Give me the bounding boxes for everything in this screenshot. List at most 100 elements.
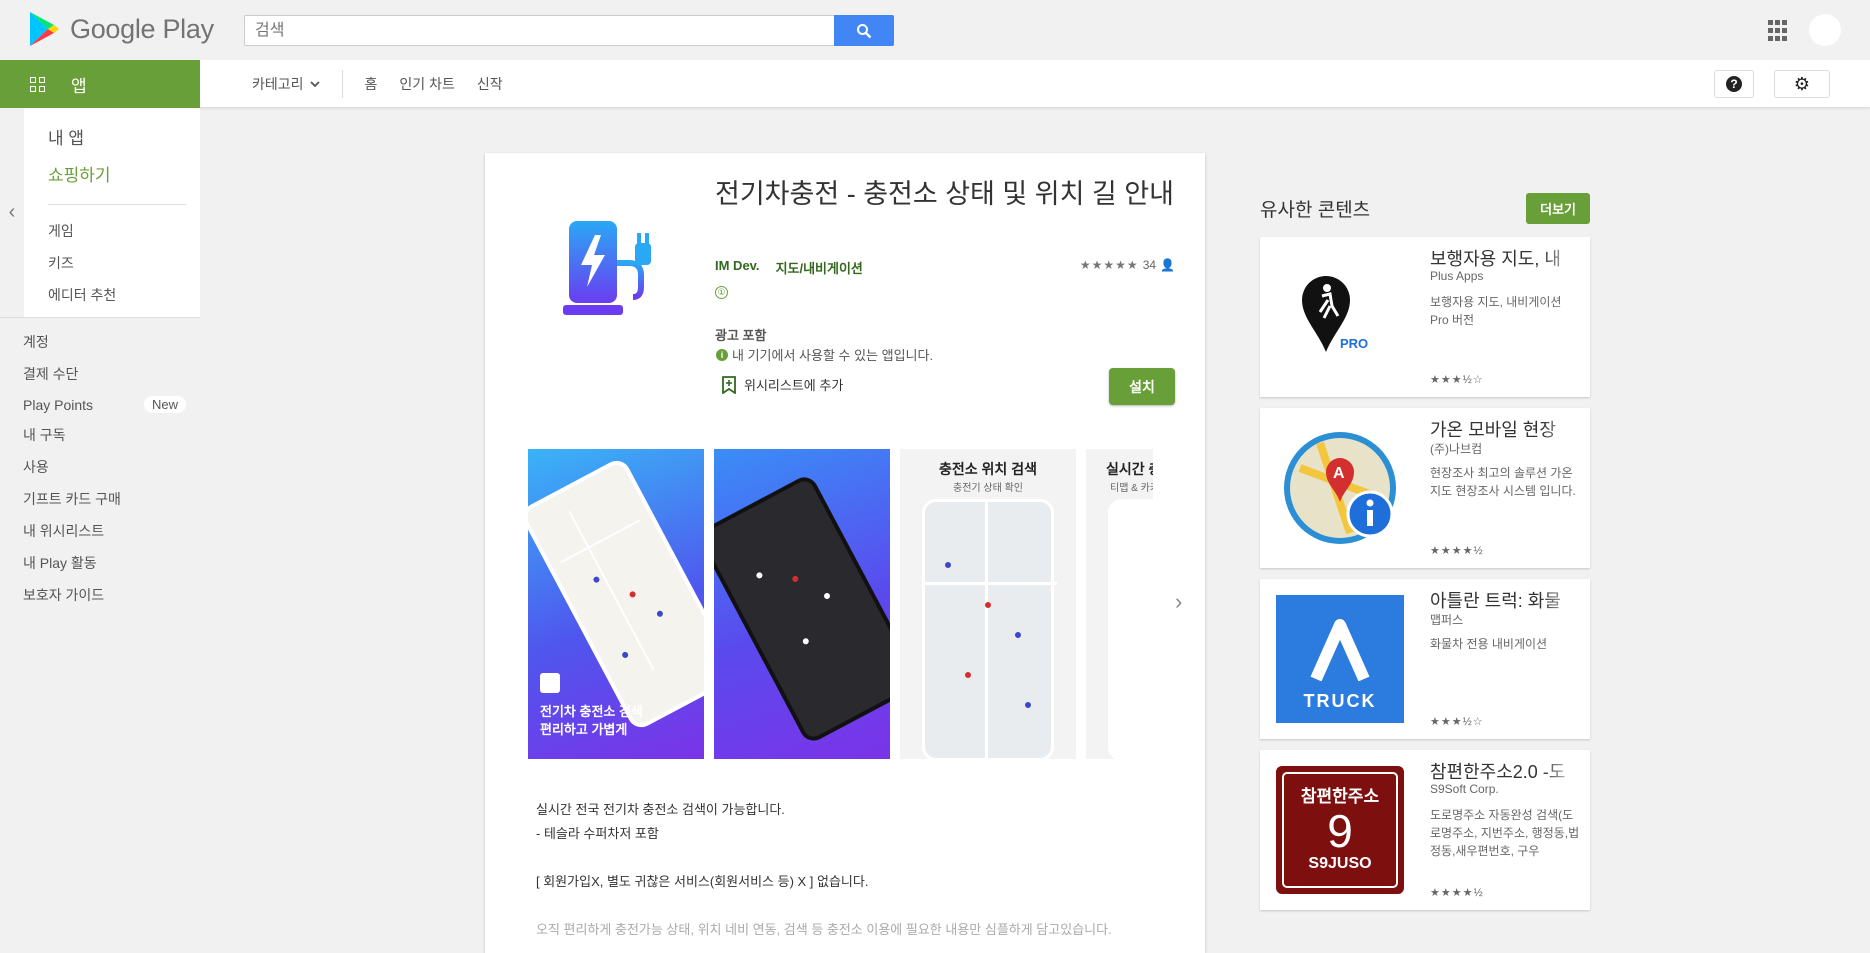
app-title: 전기차충전 - 충전소 상태 및 위치 길 안내 <box>715 179 1174 209</box>
sidebar-item-subscriptions[interactable]: 내 구독 <box>0 419 200 451</box>
bookmark-add-icon <box>722 375 736 394</box>
screenshot-1[interactable]: 전기차 충전소 검색 편리하고 가볍게 <box>528 449 704 759</box>
pro-label: PRO <box>1340 336 1368 351</box>
sidebar-item-label: 계정 <box>23 334 49 350</box>
nav-link-new[interactable]: 신작 <box>477 74 503 94</box>
sidebar-item-redeem[interactable]: 사용 <box>0 451 200 483</box>
sidebar: ‹ 내 앱 쇼핑하기 게임 키즈 에디터 추천 계정 결제 수단 Play Po… <box>0 108 200 617</box>
similar-app-developer: Plus Apps <box>1430 269 1484 283</box>
person-icon: 👤 <box>1160 258 1175 272</box>
sidebar-item-payment[interactable]: 결제 수단 <box>0 358 200 390</box>
screenshot-carousel: 전기차 충전소 검색 편리하고 가볍게 충전소 위치 검색 충전기 상태 확인 <box>528 449 1153 759</box>
sidebar-item-play-points[interactable]: Play Points New <box>0 390 200 419</box>
screenshot-3[interactable]: 충전소 위치 검색 충전기 상태 확인 <box>900 449 1076 759</box>
see-more-button[interactable]: 더보기 <box>1526 192 1590 224</box>
divider <box>48 204 186 205</box>
category-link[interactable]: 지도/내비게이션 <box>776 258 863 277</box>
similar-app-card[interactable]: A 가온 모바일 현장 (주)나브컴 현장조사 최고의 솔루션 가온지도 현장조… <box>1260 408 1590 568</box>
screenshot-4[interactable]: 실시간 충전 티맵 & 카카오 <box>1086 449 1153 759</box>
sidebar-item-shop[interactable]: 쇼핑하기 <box>24 155 200 192</box>
search-input[interactable] <box>245 16 835 45</box>
sidebar-item-my-apps[interactable]: 내 앱 <box>24 118 200 155</box>
settings-button[interactable]: ⚙ <box>1774 70 1830 98</box>
map-info-icon: A <box>1276 424 1404 552</box>
google-play-logo[interactable]: Google Play <box>28 10 214 48</box>
top-bar: Google Play <box>0 0 1870 60</box>
google-apps-icon[interactable] <box>1768 20 1790 42</box>
truck-label: TRUCK <box>1304 691 1377 711</box>
phone-mockup <box>1108 499 1153 759</box>
similar-app-description: 도로명주소 자동완성 검색(도로명주소, 지번주소, 행정동,법정동,새우편번호… <box>1430 808 1580 858</box>
icon-number: 9 <box>1327 805 1353 857</box>
similar-app-name: 아틀란 트럭: 화물 <box>1430 591 1561 611</box>
apps-tab-label: 앱 <box>71 76 87 96</box>
sidebar-item-kids[interactable]: 키즈 <box>24 247 200 279</box>
sidebar-item-editors-choice[interactable]: 에디터 추천 <box>24 279 200 311</box>
description-line <box>536 894 1156 918</box>
similar-app-stars: ★★★½☆ <box>1430 374 1484 386</box>
nav-links: 카테고리 홈 인기 차트 신작 <box>252 60 503 108</box>
screenshot-heading: 실시간 충전 <box>1106 461 1153 477</box>
address-9-icon: 참편한주소 9 S9JUSO <box>1276 766 1404 894</box>
app-detail-card: 전기차충전 - 충전소 상태 및 위치 길 안내 IM Dev. 지도/내비게이… <box>485 153 1205 953</box>
pedestrian-pin-icon: PRO <box>1276 253 1404 381</box>
similar-app-card[interactable]: 참편한주소 9 S9JUSO 참편한주소2.0 -도 S9Soft Corp. … <box>1260 750 1590 910</box>
developer-link[interactable]: IM Dev. <box>715 258 760 277</box>
search-box <box>244 15 894 46</box>
wishlist-button[interactable]: 위시리스트에 추가 <box>722 375 843 394</box>
new-badge: New <box>143 396 186 413</box>
sidebar-item-label: 기프트 카드 구매 <box>23 491 121 507</box>
similar-app-developer: (주)나브컴 <box>1430 442 1483 456</box>
similar-app-stars: ★★★★½ <box>1430 887 1484 899</box>
apps-tab[interactable]: 앱 <box>0 60 200 108</box>
info-icon: i <box>716 348 728 361</box>
similar-header: 유사한 콘텐츠 더보기 <box>1260 190 1590 226</box>
description-line <box>536 846 1156 870</box>
sidebar-item-play-activity[interactable]: 내 Play 활동 <box>0 547 200 579</box>
nav-link-top-charts[interactable]: 인기 차트 <box>399 74 454 94</box>
similar-app-description: 화물차 전용 내비게이션 <box>1430 637 1548 651</box>
similar-app-stars: ★★★½☆ <box>1430 716 1484 728</box>
sidebar-item-account[interactable]: 계정 <box>0 326 200 358</box>
sidebar-item-parent-guide[interactable]: 보호자 가이드 <box>0 579 200 611</box>
similar-app-card[interactable]: PRO 보행자용 지도, 내 Plus Apps 보행자용 지도, 내비게이션 … <box>1260 237 1590 397</box>
icon-top-text: 참편한주소 <box>1300 787 1380 806</box>
screenshot-subheading: 충전기 상태 확인 <box>953 483 1023 494</box>
category-label: 카테고리 <box>252 76 304 92</box>
sidebar-collapse-button[interactable]: ‹ <box>0 108 24 317</box>
description-line: - 테슬라 수퍼차저 포함 <box>536 826 659 841</box>
phone-mockup <box>922 499 1057 759</box>
sidebar-item-wishlist[interactable]: 내 위시리스트 <box>0 515 200 547</box>
screenshot-2[interactable] <box>714 449 890 759</box>
app-description: 실시간 전국 전기차 충전소 검색이 가능합니다. - 테슬라 수퍼차저 포함 … <box>536 798 1156 942</box>
search-icon <box>857 23 872 38</box>
rating-count: 34 <box>1142 258 1157 272</box>
sidebar-item-label: 내 구독 <box>23 427 66 443</box>
account-avatar[interactable] <box>1809 14 1841 46</box>
gear-icon: ⚙ <box>1793 73 1811 94</box>
icon-bottom-text: S9JUSO <box>1308 855 1372 872</box>
contains-ads-label: 광고 포함 <box>715 328 767 343</box>
map-pin-letter: A <box>1333 465 1345 482</box>
apps-grid-icon <box>30 76 45 92</box>
caption-line-1: 전기차 충전소 검색 <box>540 704 643 719</box>
sidebar-item-gift-card[interactable]: 기프트 카드 구매 <box>0 483 200 515</box>
sidebar-item-games[interactable]: 게임 <box>24 215 200 247</box>
screenshot-heading: 충전소 위치 검색 <box>939 461 1037 477</box>
help-button[interactable]: ? <box>1714 70 1754 98</box>
install-button[interactable]: 설치 <box>1109 368 1175 405</box>
similar-app-stars: ★★★★½ <box>1430 545 1484 557</box>
nav-link-home[interactable]: 홈 <box>365 74 378 94</box>
description-line: [ 회원가입X, 별도 귀찮은 서비스(회원서비스 등) X ] 없습니다. <box>536 874 869 889</box>
carousel-next-arrow[interactable]: › <box>1175 589 1182 615</box>
star-rating: ★★★★★ <box>1079 258 1139 272</box>
sidebar-item-label: 내 Play 활동 <box>23 555 97 571</box>
screenshot-caption: 전기차 충전소 검색 편리하고 가볍게 <box>540 703 643 739</box>
description-line: 실시간 전국 전기차 충전소 검색이 가능합니다. <box>536 802 785 817</box>
category-dropdown[interactable]: 카테고리 <box>252 70 343 98</box>
similar-app-developer: 맵퍼스 <box>1430 613 1464 627</box>
chevron-down-icon <box>309 80 320 87</box>
similar-app-card[interactable]: TRUCK 아틀란 트럭: 화물 맵퍼스 화물차 전용 내비게이션 ★★★½☆ <box>1260 579 1590 739</box>
sidebar-top: ‹ 내 앱 쇼핑하기 게임 키즈 에디터 추천 <box>0 108 200 317</box>
search-button[interactable] <box>834 15 894 46</box>
